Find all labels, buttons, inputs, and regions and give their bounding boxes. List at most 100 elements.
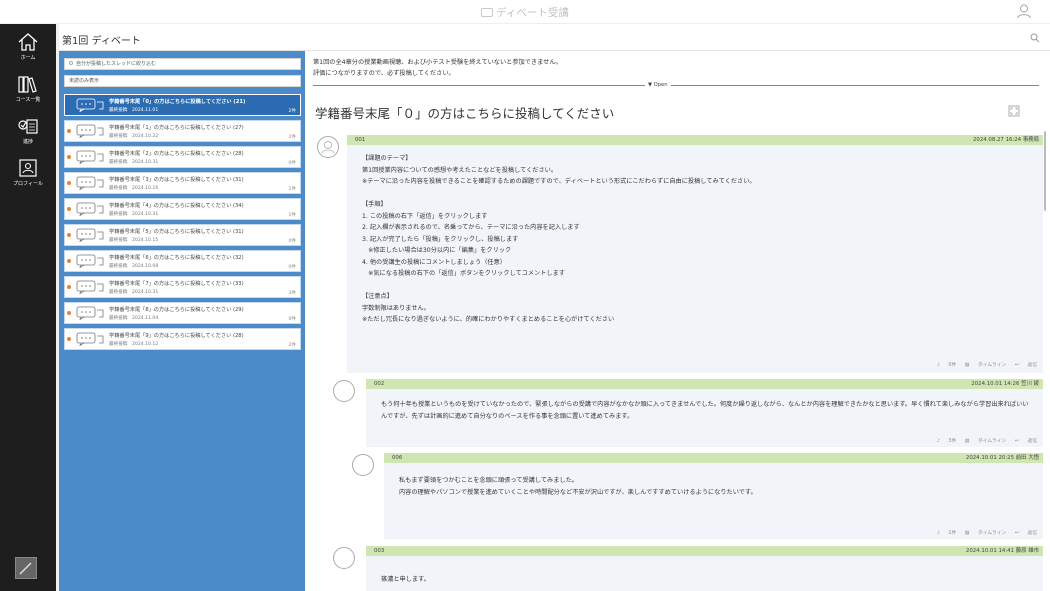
chat-bubble-icon [76, 306, 104, 320]
expand-icon[interactable] [1008, 105, 1020, 117]
like-button[interactable]: ♪ 3件 [937, 439, 956, 444]
post-header: 006 2024.10.01 20:25 前田 大悟 [384, 453, 1043, 463]
thread-last-post: 最終投稿 2024.10.31 [109, 160, 159, 165]
thread-title: 学籍番号末尾「3」の方はこちらに投稿してください (31) [109, 177, 244, 183]
search-icon[interactable] [1030, 33, 1040, 43]
thread-last-post: 最終投稿 2024.11.04 [109, 316, 159, 321]
unread-dot [67, 155, 71, 159]
progress-icon [18, 119, 38, 134]
like-button[interactable]: ♪ 0件 [937, 363, 956, 368]
unread-dot [67, 285, 71, 289]
radio-icon [69, 61, 73, 65]
avatar [333, 547, 355, 569]
app-title: ディベート受講 [0, 5, 1050, 20]
thread-item[interactable]: 学籍番号末尾「9」の方はこちらに投稿してください (28) 最終投稿 2024.1… [64, 328, 301, 350]
post-body: 私もまず要領をつかむことを念頭に頑張って受講してみました。 内容の理解やパソコン… [399, 477, 757, 496]
thread-count: 2件 [288, 109, 296, 114]
unread-dot [67, 337, 71, 341]
thread-title: 学籍番号末尾「2」の方はこちらに投稿してください (28) [109, 151, 244, 157]
thread-last-post: 最終投稿 2024.10.12 [109, 342, 159, 347]
unread-dot [67, 129, 71, 133]
reply-button[interactable]: ↩ 返信 [1015, 363, 1037, 368]
user-icon [321, 141, 335, 154]
post-body: もう何十年も授業というものを受けていなかったので、緊張しながらの受講で内容がなか… [381, 401, 1029, 420]
thread-item[interactable]: 学籍番号末尾「8」の方はこちらに投稿してください (29) 最終投稿 2024.1… [64, 302, 301, 324]
post-002: 002 2024.10.01 14:26 笠川 綾 もう何十年も授業というものを… [366, 379, 1043, 447]
avatar [317, 136, 339, 158]
nav-courses[interactable]: コース一覧 [0, 74, 56, 103]
unread-dot [67, 311, 71, 315]
post-header: 001 2024.08.27 16:24 事務局 [347, 135, 1043, 145]
home-icon [18, 33, 38, 51]
page-title: 第1回 ディベート [62, 36, 141, 47]
unread-dot [67, 207, 71, 211]
thread-heading: 学籍番号末尾「０」の方はこちらに投稿してください [315, 106, 615, 121]
avatar [333, 380, 355, 402]
reply-button[interactable]: ↩ 返信 [1015, 531, 1037, 536]
thread-last-post: 最終投稿 2024.10.31 [109, 290, 159, 295]
unread-dot [67, 233, 71, 237]
thread-count: 1件 [288, 135, 296, 140]
top-bar: ディベート受講 [0, 0, 1050, 24]
filter-own-threads[interactable]: 自分が投稿したスレッドに絞り込む [64, 58, 301, 70]
unread-dot [67, 259, 71, 263]
avatar [352, 454, 374, 476]
post-003: 003 2024.10.01 14:41 藤原 雄市 篠濃と申します。 [366, 546, 1043, 591]
thread-last-post: 最終投稿 2024.10.16 [109, 186, 159, 191]
thread-item[interactable]: 学籍番号末尾「6」の方はこちらに投稿してください (32) 最終投稿 2024.1… [64, 250, 301, 272]
thread-count: 0件 [288, 317, 296, 322]
thread-item[interactable]: 学籍番号末尾「4」の方はこちらに投稿してください (34) 最終投稿 2024.1… [64, 198, 301, 220]
post-footer: ♪ 1件 ▤ タイムライン ↩ 返信 [930, 529, 1037, 536]
main-content: 第1回の全4章分の授業動画視聴、および小テスト受験を終えていないと参加できません… [305, 51, 1050, 591]
post-001: 001 2024.08.27 16:24 事務局 【課題のテーマ】 第1回授業内… [347, 135, 1043, 373]
thread-title: 学籍番号末尾「0」の方はこちらに投稿してください (21) [109, 99, 246, 105]
page-header: 第1回 ディベート [59, 24, 1050, 51]
post-006: 006 2024.10.01 20:25 前田 大悟 私もまず要領をつかむことを… [384, 453, 1043, 539]
thread-item[interactable]: 学籍番号末尾「0」の方はこちらに投稿してください (21) 最終投稿 2024.1… [64, 94, 301, 116]
timeline-button[interactable]: ▤ タイムライン [965, 363, 1007, 368]
edit-icon[interactable] [15, 557, 37, 579]
nav-progress[interactable]: 進捗 [0, 116, 56, 145]
chat-bubble-icon [76, 98, 104, 112]
timeline-button[interactable]: ▤ タイムライン [965, 531, 1007, 536]
filter-unread-only[interactable]: 未読のみ表示 [64, 75, 301, 87]
thread-count: 2件 [288, 343, 296, 348]
thread-count: 1件 [288, 213, 296, 218]
scrollbar[interactable] [1044, 131, 1046, 211]
post-body: 【課題のテーマ】 第1回授業内容についての感想や考えたことなどを投稿してください… [362, 155, 756, 323]
thread-item[interactable]: 学籍番号末尾「5」の方はこちらに投稿してください (31) 最終投稿 2024.1… [64, 224, 301, 246]
post-header: 002 2024.10.01 14:26 笠川 綾 [366, 379, 1043, 389]
nav-profile[interactable]: プロフィール [0, 158, 56, 187]
thread-last-post: 最終投稿 2024.10.31 [109, 212, 159, 217]
divider [313, 85, 1039, 86]
user-icon[interactable] [1016, 3, 1032, 19]
thread-item[interactable]: 学籍番号末尾「2」の方はこちらに投稿してください (28) 最終投稿 2024.1… [64, 146, 301, 168]
unread-dot [67, 181, 71, 185]
thread-count: 0件 [288, 239, 296, 244]
nav-home[interactable]: ホーム [0, 32, 56, 61]
post-body: 篠濃と申します。 [381, 576, 430, 583]
thread-title: 学籍番号末尾「5」の方はこちらに投稿してください (31) [109, 229, 244, 235]
thread-item[interactable]: 学籍番号末尾「1」の方はこちらに投稿してください (27) 最終投稿 2024.1… [64, 120, 301, 142]
timeline-button[interactable]: ▤ タイムライン [965, 439, 1007, 444]
thread-title: 学籍番号末尾「1」の方はこちらに投稿してください (27) [109, 125, 244, 131]
chat-bubble-icon [76, 202, 104, 216]
thread-item[interactable]: 学籍番号末尾「7」の方はこちらに投稿してください (33) 最終投稿 2024.1… [64, 276, 301, 298]
chat-bubble-icon [76, 150, 104, 164]
books-icon [18, 76, 37, 93]
video-icon [481, 8, 494, 17]
thread-title: 学籍番号末尾「8」の方はこちらに投稿してください (29) [109, 307, 244, 313]
reply-button[interactable]: ↩ 返信 [1015, 439, 1037, 444]
thread-item[interactable]: 学籍番号末尾「3」の方はこちらに投稿してください (31) 最終投稿 2024.1… [64, 172, 301, 194]
profile-icon [19, 159, 37, 177]
chat-bubble-icon [76, 332, 104, 346]
thread-count: 0件 [288, 161, 296, 166]
left-nav: ホーム コース一覧 進捗 プロフィール [0, 24, 56, 591]
like-button[interactable]: ♪ 1件 [937, 531, 956, 536]
thread-title: 学籍番号末尾「7」の方はこちらに投稿してください (33) [109, 281, 244, 287]
post-footer: ♪ 3件 ▤ タイムライン ↩ 返信 [930, 437, 1037, 444]
open-toggle[interactable]: ▼ Open [645, 82, 671, 88]
thread-title: 学籍番号末尾「6」の方はこちらに投稿してください (32) [109, 255, 244, 261]
thread-count: 1件 [288, 187, 296, 192]
thread-title: 学籍番号末尾「4」の方はこちらに投稿してください (34) [109, 203, 244, 209]
